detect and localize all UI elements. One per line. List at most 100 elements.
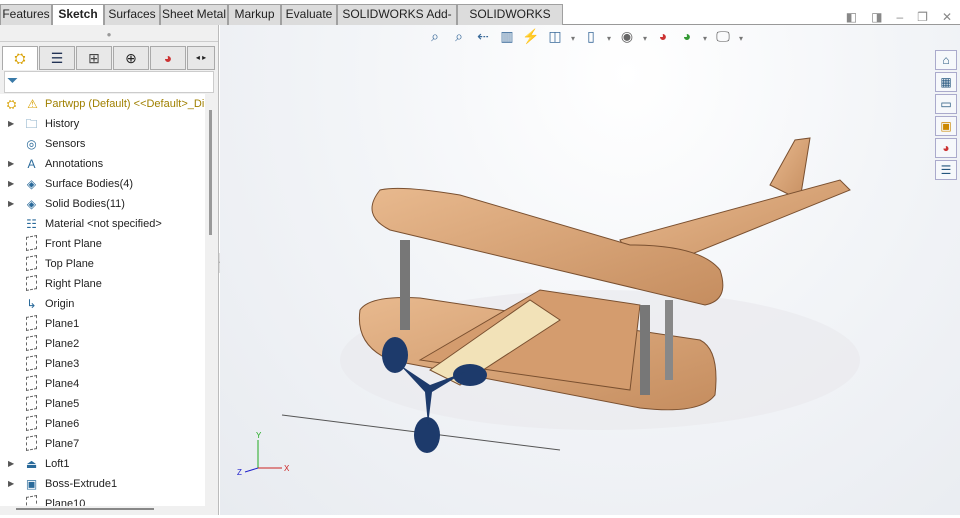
tree-item[interactable]: Plane6 (0, 414, 205, 434)
tree-item[interactable]: Plane2 (0, 334, 205, 354)
plane-icon (26, 395, 37, 411)
tree-item[interactable]: ▶ A Annotations (0, 154, 205, 174)
heads-up-view-toolbar: ⌕ ⌕ ⇠ ▥ ⚡ ◫ ▾ ▯ ▾ ◉ ▾ ◕ ◕ ▾ 🖵 ▾ (425, 28, 745, 50)
tab-solidworks-cam[interactable]: SOLIDWORKS CAM (457, 4, 563, 40)
zoom-to-area-icon[interactable]: ⌕ (449, 28, 469, 50)
tab-solidworks-add-ins[interactable]: SOLIDWORKS Add-Ins (337, 4, 457, 40)
tab-evaluate[interactable]: Evaluate (281, 4, 337, 25)
tree-item[interactable]: ☷ Material <not specified> (0, 214, 205, 234)
tree-root[interactable]: ⛭ ⚠ Partwpp (Default) <<Default>_Di (0, 94, 205, 114)
tree-item[interactable]: Plane3 (0, 354, 205, 374)
tree-item[interactable]: Plane4 (0, 374, 205, 394)
tree-item-label: Front Plane (45, 238, 102, 250)
panel-tab-scroll-arrows[interactable]: ◂ ▸ (187, 46, 215, 70)
tree-item-label: Origin (45, 298, 75, 310)
sensors-icon: ◎ (26, 137, 37, 151)
plane-icon (26, 315, 37, 331)
tree-item[interactable]: Plane10 (0, 494, 205, 506)
loft-icon: ⏏ (25, 457, 38, 471)
chevron-down-icon[interactable]: ▾ (701, 28, 709, 50)
section-view-icon[interactable]: ▥ (497, 28, 517, 50)
tile-right-icon[interactable]: ◨ (871, 10, 882, 24)
tab-property-manager[interactable]: ☰ (39, 46, 75, 70)
zoom-to-fit-icon[interactable]: ⌕ (425, 28, 445, 50)
feature-manager-panel: ● ⛭ ☰ ⊞ ⊕ ◕ ◂ ▸ ⏷ ⛭ ⚠ Partwpp (Default) <<… (0, 25, 219, 515)
tree-item[interactable]: ▶ 🗀 History (0, 114, 205, 134)
warning-icon: ⚠ (27, 97, 38, 111)
tree-item[interactable]: ▶ ▣ Boss-Extrude1 (0, 474, 205, 494)
tree-item-label: Plane6 (45, 418, 80, 430)
expand-arrow-icon[interactable]: ▶ (8, 194, 14, 214)
panel-grip[interactable]: ● (0, 28, 218, 42)
tree-item-label: Plane3 (45, 358, 80, 370)
tree-item[interactable]: ▶ ◈ Surface Bodies(4) (0, 174, 205, 194)
view-settings-icon[interactable]: 🖵 (713, 28, 733, 50)
tab-dimxpert-manager[interactable]: ⊕ (113, 46, 149, 70)
command-manager-tabs: Features Sketch Surfaces Sheet Metal Markup E… (0, 0, 960, 40)
tab-features[interactable]: Features (0, 4, 52, 25)
triad-x-label: X (284, 464, 290, 473)
tree-item[interactable]: ◎ Sensors (0, 134, 205, 154)
tab-markup[interactable]: Markup (228, 4, 281, 25)
strut (640, 305, 650, 395)
expand-arrow-icon[interactable]: ▶ (8, 154, 14, 174)
chevron-down-icon[interactable]: ▾ (737, 28, 745, 50)
origin-icon: ↳ (26, 297, 37, 311)
tile-left-icon[interactable]: ◧ (846, 10, 857, 24)
expand-arrow-icon[interactable]: ▶ (8, 474, 14, 494)
tab-feature-manager[interactable]: ⛭ (2, 46, 38, 70)
dynamic-annotation-icon[interactable]: ⚡ (521, 28, 541, 50)
material-icon: ☷ (26, 217, 37, 231)
view-palette-icon[interactable]: ▣ (935, 116, 957, 136)
plane-icon (26, 355, 37, 371)
plane-icon (26, 255, 37, 271)
minimize-icon[interactable]: – (896, 10, 903, 24)
tab-configuration-manager[interactable]: ⊞ (76, 46, 112, 70)
annotations-icon: A (27, 157, 36, 171)
chevron-down-icon[interactable]: ▾ (641, 28, 649, 50)
edit-appearance-icon[interactable]: ◕ (653, 28, 673, 50)
task-pane-tabs: ⌂ ▦ ▭ ▣ ◕ ☰ (935, 50, 957, 182)
triad-y-label: Y (256, 431, 262, 440)
tab-display-manager[interactable]: ◕ (150, 46, 186, 70)
design-library-icon[interactable]: ▦ (935, 72, 957, 92)
tree-item[interactable]: Plane5 (0, 394, 205, 414)
expand-arrow-icon[interactable]: ▶ (8, 114, 14, 134)
chevron-down-icon[interactable]: ▾ (569, 28, 577, 50)
close-icon[interactable]: ✕ (942, 10, 952, 24)
tree-item[interactable]: Right Plane (0, 274, 205, 294)
home-icon[interactable]: ⌂ (935, 50, 957, 70)
restore-icon[interactable]: ❐ (917, 10, 928, 24)
previous-view-icon[interactable]: ⇠ (473, 28, 493, 50)
tree-item[interactable]: Plane7 (0, 434, 205, 454)
tab-surfaces[interactable]: Surfaces (104, 4, 160, 25)
graphics-area[interactable]: Y X Z (220, 25, 960, 515)
appearances-icon[interactable]: ◕ (935, 138, 957, 158)
plane-icon (26, 415, 37, 431)
custom-properties-icon[interactable]: ☰ (935, 160, 957, 180)
tree-item-label: History (45, 118, 80, 130)
tree-item[interactable]: ↳ Origin (0, 294, 205, 314)
chevron-down-icon[interactable]: ▾ (605, 28, 613, 50)
apply-scene-icon[interactable]: ◕ (677, 28, 697, 50)
tree-item-label: Plane2 (45, 338, 80, 350)
tree-item[interactable]: Front Plane (0, 234, 205, 254)
tree-item-label: Plane10 (45, 498, 86, 506)
tree-horizontal-scrollbar[interactable] (16, 508, 154, 510)
filter-icon[interactable]: ⏷ (4, 71, 214, 93)
display-style-icon[interactable]: ▯ (581, 28, 601, 50)
tree-item[interactable]: Plane1 (0, 314, 205, 334)
tree-item[interactable]: ▶ ◈ Solid Bodies(11) (0, 194, 205, 214)
expand-arrow-icon[interactable]: ▶ (8, 174, 14, 194)
expand-arrow-icon[interactable]: ▶ (8, 454, 14, 474)
file-explorer-icon[interactable]: ▭ (935, 94, 957, 114)
tab-sheet-metal[interactable]: Sheet Metal (160, 4, 228, 25)
hide-show-items-icon[interactable]: ◉ (617, 28, 637, 50)
tab-sketch[interactable]: Sketch (52, 4, 104, 26)
tree-item-label: Plane5 (45, 398, 80, 410)
part-icon: ⛭ (6, 97, 17, 111)
tree-vertical-scrollbar[interactable] (209, 110, 212, 235)
tree-item[interactable]: Top Plane (0, 254, 205, 274)
tree-item[interactable]: ▶ ⏏ Loft1 (0, 454, 205, 474)
view-orientation-icon[interactable]: ◫ (545, 28, 565, 50)
